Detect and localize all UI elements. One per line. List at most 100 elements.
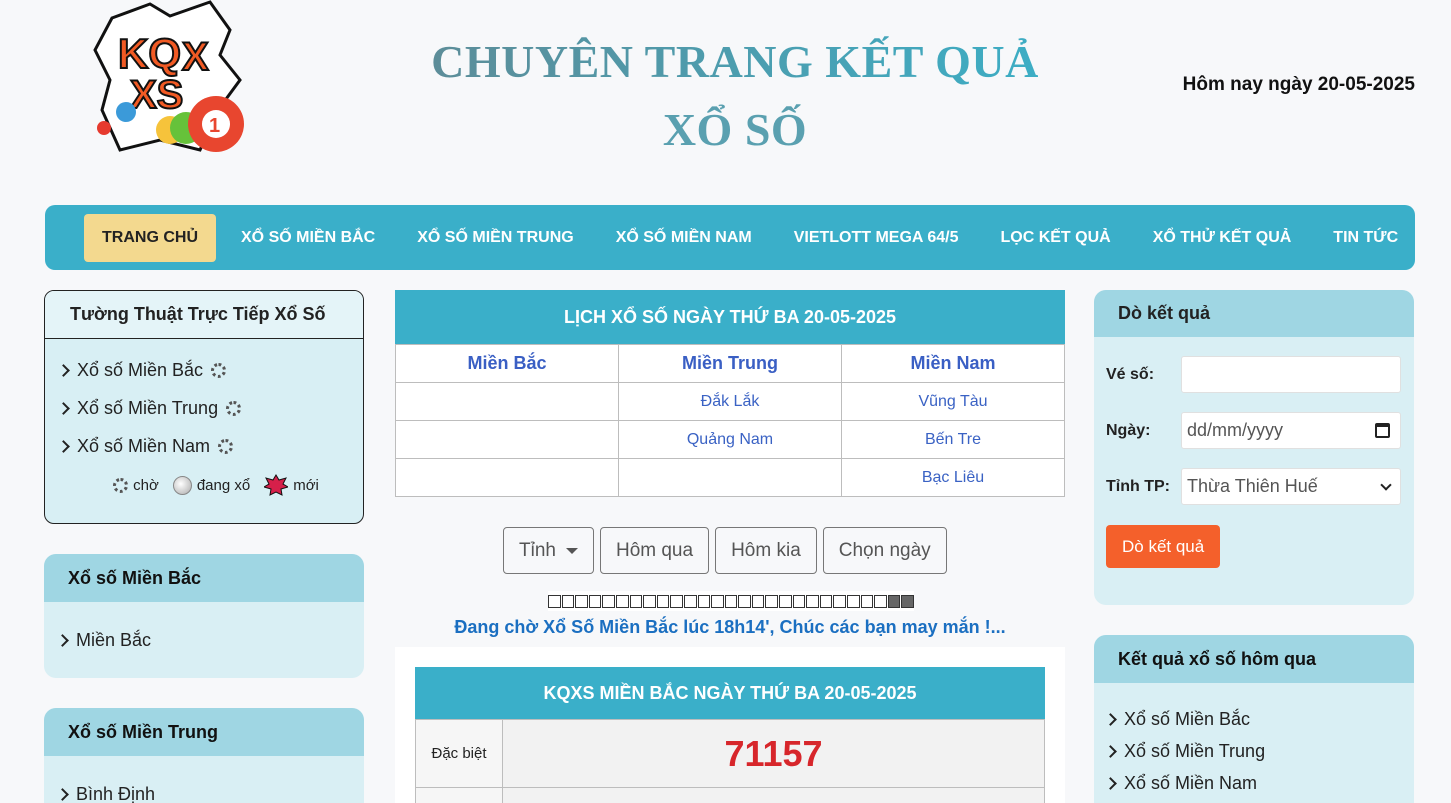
province-dropdown-label: Tỉnh: [519, 539, 556, 561]
missing-glyph-banner: [547, 591, 915, 611]
legend-new: mới: [293, 476, 319, 494]
table-row: Bạc Liêu: [395, 458, 1065, 497]
schedule-table: LỊCH XỔ SỐ NGÀY THỨ BA 20-05-2025 Miền B…: [395, 290, 1065, 497]
table-row: Quảng Nam Bến Tre: [395, 420, 1065, 459]
chevron-right-icon: [1104, 744, 1117, 758]
spinner-icon: [211, 362, 227, 378]
schedule-header[interactable]: Miền Bắc: [395, 344, 619, 383]
schedule-cell[interactable]: Bạc Liêu: [841, 458, 1065, 497]
nav-mien-trung[interactable]: XỔ SỐ MIỀN TRUNG: [396, 214, 594, 262]
schedule-header[interactable]: Miền Trung: [618, 344, 842, 383]
chevron-right-icon: [1104, 712, 1117, 726]
schedule-cell[interactable]: Đắk Lắk: [618, 382, 842, 421]
nav-vietlott[interactable]: VIETLOTT MEGA 64/5: [773, 214, 980, 262]
mien-bac-link[interactable]: Miền Bắc: [44, 602, 364, 678]
site-title-line1: CHUYÊN TRANG KẾT QUẢ: [380, 28, 1090, 96]
chevron-down-icon: [1380, 478, 1392, 491]
nav-news[interactable]: TIN TỨC: [1312, 214, 1419, 262]
yesterday-mien-nam-link[interactable]: Xổ số Miền Nam: [1094, 767, 1414, 799]
schedule-cell[interactable]: Bến Tre: [841, 420, 1065, 459]
main-nav: TRANG CHỦ XỔ SỐ MIỀN BẮC XỔ SỐ MIỀN TRUN…: [45, 205, 1415, 270]
lookup-box: Dò kết quả Vé số: Ngày: dd/mm/yyyy Tỉnh …: [1094, 290, 1414, 605]
site-title: CHUYÊN TRANG KẾT QUẢ XỔ SỐ: [380, 28, 1090, 164]
table-row: Đặc biệt 71157: [415, 719, 1045, 788]
lookup-title: Dò kết quả: [1094, 290, 1414, 337]
province-row: Tỉnh TP: Thừa Thiên Huế: [1106, 468, 1401, 505]
lookup-submit-button[interactable]: Dò kết quả: [1106, 525, 1221, 568]
chevron-right-icon: [57, 439, 70, 453]
schedule-cell: [618, 458, 842, 497]
schedule-header[interactable]: Miền Nam: [841, 344, 1065, 383]
date-input[interactable]: dd/mm/yyyy: [1181, 412, 1401, 449]
yesterday-mien-bac-link[interactable]: Xổ số Miền Bắc: [1094, 703, 1414, 735]
calendar-icon[interactable]: [1375, 423, 1390, 438]
province-label: Tỉnh TP:: [1106, 477, 1170, 495]
live-item-mien-nam[interactable]: Xổ số Miền Nam: [45, 427, 363, 465]
live-item-label: Xổ số Miền Trung: [77, 397, 219, 418]
svg-text:KQ: KQ: [118, 30, 181, 77]
side-item-label: Xổ số Miền Bắc: [1124, 708, 1251, 729]
ticket-input[interactable]: [1181, 356, 1401, 393]
mien-trung-box-title: Xổ số Miền Trung: [44, 708, 364, 756]
province-select[interactable]: Thừa Thiên Huế: [1181, 468, 1401, 505]
side-item-label: Miền Bắc: [76, 629, 152, 650]
nav-mien-bac[interactable]: XỔ SỐ MIỀN BẮC: [220, 214, 396, 262]
yesterday-button[interactable]: Hôm qua: [599, 527, 710, 574]
caret-down-icon: [565, 547, 578, 554]
chevron-right-icon: [57, 401, 70, 415]
date-label: Ngày:: [1106, 421, 1151, 439]
mien-bac-box: Xổ số Miền Bắc Miền Bắc: [44, 554, 364, 678]
nav-filter-results[interactable]: LỌC KẾT QUẢ: [979, 214, 1131, 262]
spinner-icon: [113, 477, 129, 493]
live-report-box: Tường Thuật Trực Tiếp Xổ Số Xổ số Miền B…: [44, 290, 364, 524]
mien-trung-box: Xổ số Miền Trung Bình Định: [44, 708, 364, 803]
live-legend: chờ đang xổ mới: [45, 474, 363, 496]
schedule-cell: [395, 420, 619, 459]
ticket-row: Vé số:: [1106, 356, 1401, 393]
yesterday-results-box: Kết quả xổ số hôm qua Xổ số Miền Bắc Xổ …: [1094, 635, 1414, 803]
result-panel: KQXS MIỀN BẮC NGÀY THỨ BA 20-05-2025 Đặc…: [395, 647, 1065, 803]
svg-text:XS: XS: [130, 73, 183, 117]
ticket-label: Vé số:: [1106, 365, 1155, 383]
schedule-cell: [395, 458, 619, 497]
yesterday-mien-trung-link[interactable]: Xổ số Miền Trung: [1094, 735, 1414, 767]
nav-try-results[interactable]: XỔ THỬ KẾT QUẢ: [1132, 214, 1313, 262]
binh-dinh-link[interactable]: Bình Định: [44, 756, 364, 803]
nav-home[interactable]: TRANG CHỦ: [84, 213, 216, 262]
chevron-right-icon: [56, 787, 69, 801]
live-report-title: Tường Thuật Trực Tiếp Xổ Số: [45, 291, 363, 339]
schedule-cell[interactable]: Vũng Tàu: [841, 382, 1065, 421]
schedule-cell: [395, 382, 619, 421]
table-row: Đắk Lắk Vũng Tàu: [395, 382, 1065, 421]
side-item-label: Xổ số Miền Trung: [1124, 740, 1266, 761]
mien-bac-box-title: Xổ số Miền Bắc: [44, 554, 364, 602]
chevron-right-icon: [57, 363, 70, 377]
site-title-line2: XỔ SỐ: [662, 104, 808, 155]
table-row: [415, 787, 1045, 803]
yesterday-results-title: Kết quả xổ số hôm qua: [1094, 635, 1414, 683]
live-item-label: Xổ số Miền Nam: [77, 435, 211, 456]
date-row: Ngày: dd/mm/yyyy: [1106, 412, 1401, 449]
special-prize-number: 71157: [502, 719, 1045, 788]
live-item-label: Xổ số Miền Bắc: [77, 359, 204, 380]
province-dropdown-button[interactable]: Tỉnh: [503, 527, 594, 574]
live-item-mien-trung[interactable]: Xổ số Miền Trung: [45, 389, 363, 427]
waiting-message: Đang chờ Xổ Số Miền Bắc lúc 18h14', Chúc…: [454, 617, 1006, 637]
schedule-cell[interactable]: Quảng Nam: [618, 420, 842, 459]
site-logo[interactable]: KQ X XS 1: [90, 0, 250, 165]
chevron-right-icon: [56, 633, 69, 647]
result-title: KQXS MIỀN BẮC NGÀY THỨ BA 20-05-2025: [415, 667, 1045, 719]
svg-text:1: 1: [209, 115, 220, 137]
province-selected: Thừa Thiên Huế: [1187, 476, 1318, 496]
side-item-label: Xổ số Miền Nam: [1124, 772, 1258, 793]
new-badge-icon: [264, 474, 289, 496]
date-placeholder: dd/mm/yyyy: [1187, 420, 1284, 440]
day-before-button[interactable]: Hôm kia: [715, 527, 817, 574]
nav-mien-nam[interactable]: XỔ SỐ MIỀN NAM: [595, 214, 773, 262]
legend-drawing: đang xổ: [196, 476, 251, 494]
live-item-mien-bac[interactable]: Xổ số Miền Bắc: [45, 351, 363, 389]
legend-waiting: chờ: [133, 476, 159, 494]
pick-day-button[interactable]: Chọn ngày: [822, 527, 947, 574]
spinner-icon: [226, 400, 242, 416]
side-item-label: Bình Định: [76, 783, 156, 803]
